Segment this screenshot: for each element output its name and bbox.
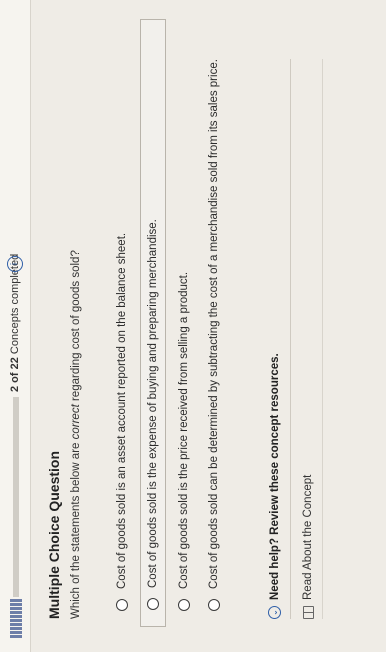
progress-status: 2 of 22 Concepts completed bbox=[9, 254, 21, 392]
progress-segment bbox=[10, 607, 22, 610]
answer-option-label: Cost of goods sold is the expense of buy… bbox=[147, 219, 159, 588]
book-icon bbox=[302, 606, 314, 619]
answer-option[interactable]: Cost of goods sold is the expense of buy… bbox=[140, 19, 166, 627]
radio-button[interactable] bbox=[147, 598, 159, 610]
progress-count: 2 of 22 bbox=[9, 357, 21, 392]
progress-segment bbox=[10, 611, 22, 614]
radio-button[interactable] bbox=[208, 599, 220, 611]
progress-header: 2 of 22 Concepts completed i bbox=[0, 0, 31, 652]
progress-segment bbox=[10, 623, 22, 626]
chevron-circle-icon: ⌄ bbox=[268, 606, 281, 619]
progress-segment bbox=[10, 599, 22, 602]
answer-option-label: Cost of goods sold is an asset account r… bbox=[116, 232, 128, 589]
progress-segments bbox=[10, 599, 22, 638]
answer-option[interactable]: Cost of goods sold is an asset account r… bbox=[110, 19, 134, 619]
progress-segment bbox=[10, 619, 22, 622]
progress-segment bbox=[10, 615, 22, 618]
progress-segment bbox=[10, 635, 22, 638]
question-prompt-emphasis: correct bbox=[70, 404, 82, 440]
question-prompt-end: regarding cost of goods sold? bbox=[70, 250, 82, 405]
radio-button[interactable] bbox=[178, 599, 190, 611]
answer-option[interactable]: Cost of goods sold can be determined by … bbox=[202, 19, 226, 619]
page-stage: 2 of 22 Concepts completed i Multiple Ch… bbox=[0, 0, 386, 652]
radio-button[interactable] bbox=[116, 599, 128, 611]
info-icon[interactable]: i bbox=[7, 256, 23, 272]
question-prompt: Which of the statements below are correc… bbox=[70, 250, 82, 619]
question-prompt-start: Which of the statements below are bbox=[70, 439, 82, 619]
question-title: Multiple Choice Question bbox=[46, 450, 62, 619]
progress-track bbox=[13, 397, 19, 597]
progress-segment bbox=[10, 627, 22, 630]
divider bbox=[322, 59, 323, 619]
help-toggle[interactable]: ⌄ Need help? Review these concept resour… bbox=[268, 353, 281, 619]
progress-segment bbox=[10, 603, 22, 606]
progress-segment bbox=[10, 631, 22, 634]
answer-option-label: Cost of goods sold can be determined by … bbox=[208, 59, 220, 589]
divider bbox=[290, 59, 291, 619]
answer-option[interactable]: Cost of goods sold is the price received… bbox=[172, 19, 196, 619]
read-about-concept-link[interactable]: Read About the Concept bbox=[302, 475, 314, 619]
read-about-concept-label: Read About the Concept bbox=[302, 474, 314, 600]
answer-options: Cost of goods sold is an asset account r… bbox=[110, 19, 232, 627]
answer-option-label: Cost of goods sold is the price received… bbox=[178, 271, 190, 589]
help-label: Need help? Review these concept resource… bbox=[268, 353, 281, 600]
